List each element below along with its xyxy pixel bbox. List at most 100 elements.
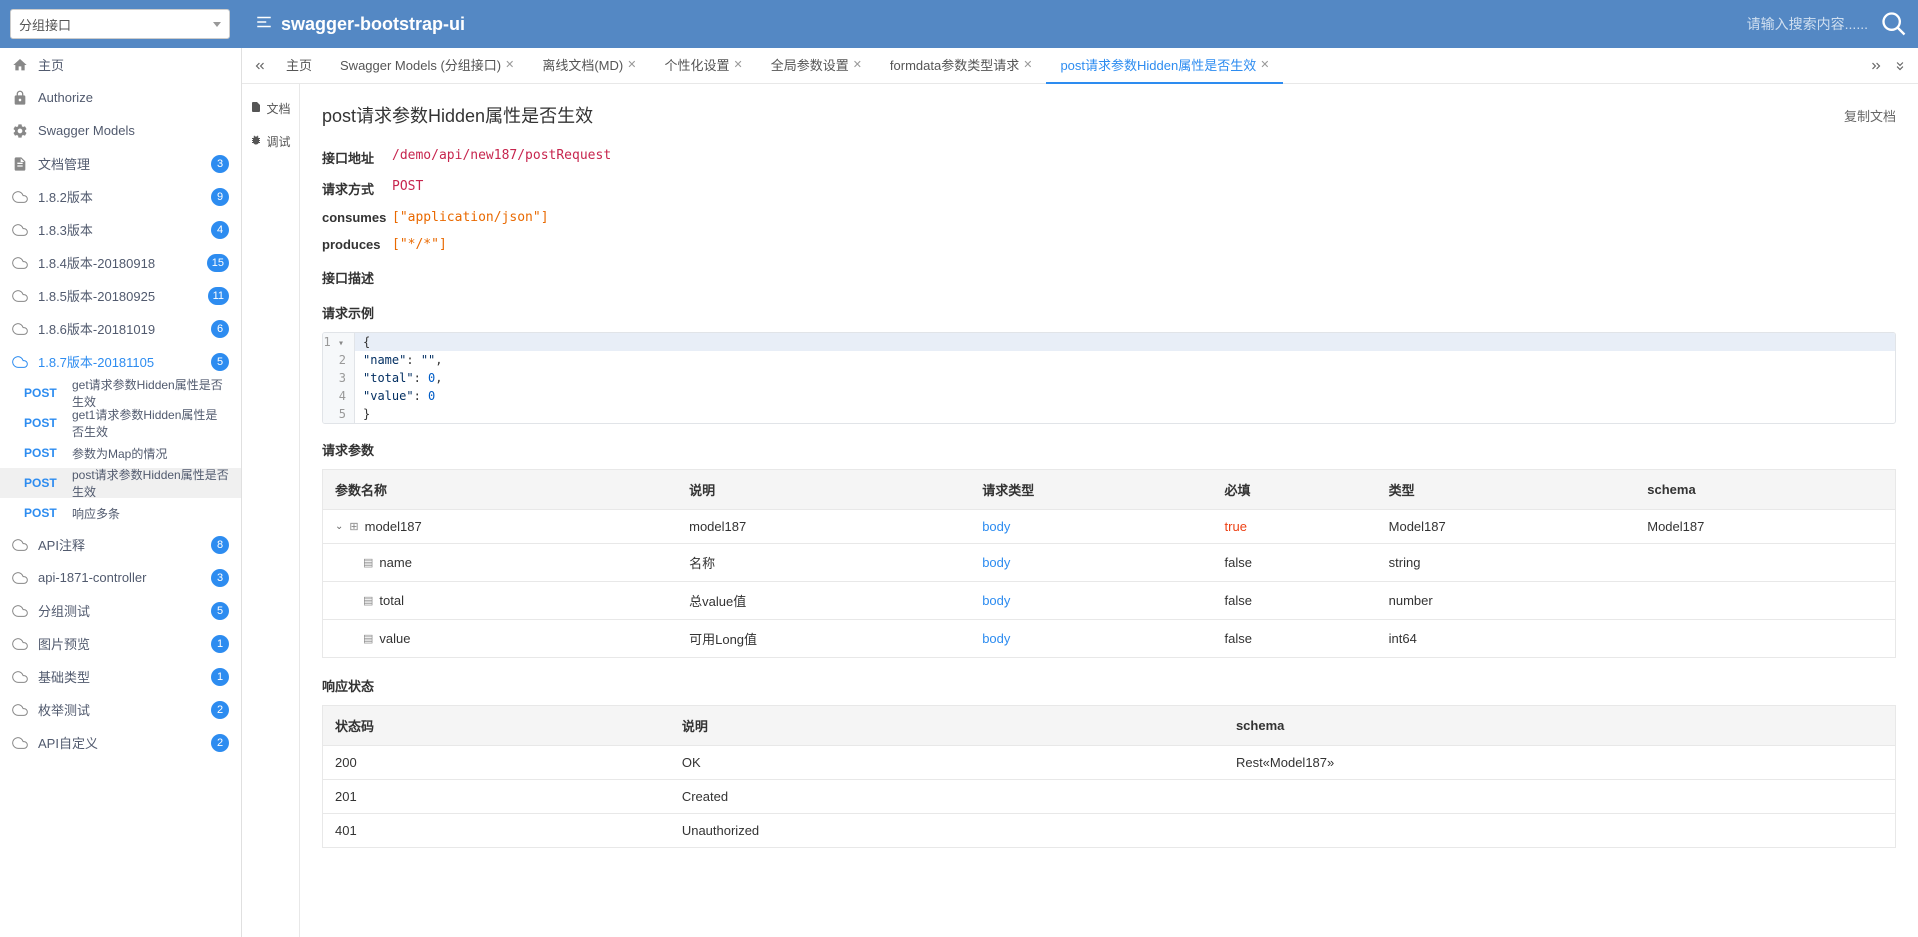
endpoint-label: 参数为Map的情况 <box>72 445 167 462</box>
item-label: API注释 <box>38 535 85 554</box>
version-label: 1.8.6版本-20181019 <box>38 319 155 338</box>
param-name: total <box>379 593 404 608</box>
sidebar-doc-manage[interactable]: 文档管理 3 <box>0 147 241 180</box>
tabs-scroll-left-icon[interactable] <box>248 48 272 83</box>
search-placeholder[interactable]: 请输入搜索内容...... <box>1747 14 1868 34</box>
close-icon[interactable]: ✕ <box>1023 58 1032 71</box>
badge: 1 <box>211 668 229 686</box>
badge: 11 <box>208 287 229 305</box>
th-param-schema: schema <box>1635 470 1895 510</box>
sidebar-swagger-models[interactable]: Swagger Models <box>0 114 241 147</box>
tab[interactable]: 个性化设置 ✕ <box>650 48 756 84</box>
method-value: POST <box>392 179 423 194</box>
sidebar-version-item[interactable]: 1.8.5版本-2018092511 <box>0 279 241 312</box>
sidebar-version-item[interactable]: 1.8.6版本-20181019 6 <box>0 312 241 345</box>
method-badge: POST <box>24 446 60 460</box>
copy-doc-button[interactable]: 复制文档 <box>1844 106 1896 125</box>
endpoint-label: 响应多条 <box>72 505 120 522</box>
close-icon[interactable]: ✕ <box>733 58 742 71</box>
param-required: true <box>1225 519 1247 534</box>
table-row: 401Unauthorized <box>323 814 1896 848</box>
th-param-desc: 说明 <box>677 470 970 510</box>
close-icon[interactable]: ✕ <box>1260 58 1269 71</box>
badge: 6 <box>211 320 229 338</box>
tab-label: 离线文档(MD) <box>542 55 623 74</box>
sidebar-endpoint-item[interactable]: POSTget1请求参数Hidden属性是否生效 <box>0 408 241 438</box>
badge: 8 <box>211 536 229 554</box>
close-icon[interactable]: ✕ <box>505 58 514 71</box>
tab[interactable]: Swagger Models (分组接口)✕ <box>326 48 528 84</box>
sidebar-version-item[interactable]: 1.8.2版本9 <box>0 180 241 213</box>
expand-down-icon[interactable]: ⌄ <box>335 521 343 532</box>
status-desc: Created <box>670 780 1224 814</box>
badge: 1 <box>211 635 229 653</box>
item-label: 枚举测试 <box>38 700 90 719</box>
panel-tab-doc[interactable]: 文档 <box>242 92 299 125</box>
params-table: 参数名称 说明 请求类型 必填 类型 schema ⌄⊞model187mode… <box>322 469 1896 658</box>
sidebar-endpoint-item[interactable]: POSTget请求参数Hidden属性是否生效 <box>0 378 241 408</box>
status-desc: Unauthorized <box>670 814 1224 848</box>
param-name: model187 <box>365 519 422 534</box>
table-row: ▤total总value值bodyfalsenumber <box>323 582 1896 620</box>
group-select-dropdown[interactable]: 分组接口 <box>10 9 230 39</box>
close-icon[interactable]: ✕ <box>853 58 862 71</box>
app-title: swagger-bootstrap-ui <box>255 13 465 36</box>
sidebar-item[interactable]: api-1871-controller3 <box>0 561 241 594</box>
param-schema <box>1635 544 1895 582</box>
tab[interactable]: 主页 <box>272 48 326 84</box>
sidebar-authorize[interactable]: Authorize <box>0 81 241 114</box>
sidebar-endpoint-item[interactable]: POST 参数为Map的情况 <box>0 438 241 468</box>
cloud-icon <box>12 321 28 337</box>
tabs-more-icon[interactable] <box>1888 48 1912 83</box>
badge: 5 <box>211 602 229 620</box>
field-icon: ▤ <box>363 632 373 645</box>
th-status-schema: schema <box>1224 706 1896 746</box>
left-panel: 文档 调试 <box>242 84 300 937</box>
badge: 2 <box>211 734 229 752</box>
sidebar-item[interactable]: API自定义2 <box>0 726 241 759</box>
param-req-type: body <box>982 593 1010 608</box>
version-label: 1.8.3版本 <box>38 220 93 239</box>
tab-label: 全局参数设置 <box>771 55 849 74</box>
sidebar-item[interactable]: 基础类型1 <box>0 660 241 693</box>
sidebar-endpoint-item[interactable]: POST响应多条 <box>0 498 241 528</box>
param-req-type: body <box>982 555 1010 570</box>
close-icon[interactable]: ✕ <box>627 58 636 71</box>
api-url-value: /demo/api/new187/postRequest <box>392 148 611 163</box>
table-row: 200OKRest«Model187» <box>323 746 1896 780</box>
param-type: string <box>1377 544 1636 582</box>
sidebar-home[interactable]: 主页 <box>0 48 241 81</box>
sidebar-item[interactable]: 分组测试5 <box>0 594 241 627</box>
top-header: 分组接口 swagger-bootstrap-ui 请输入搜索内容...... <box>0 0 1918 48</box>
consumes-label: consumes <box>322 210 392 225</box>
tab-label: 主页 <box>286 55 312 74</box>
panel-tab-debug[interactable]: 调试 <box>242 125 299 158</box>
tab[interactable]: formdata参数类型请求 ✕ <box>876 48 1047 84</box>
code-example: 1 ▾{2 "name": "",3 "total": 0,4 "value":… <box>322 332 1896 424</box>
sidebar-version-item[interactable]: 1.8.4版本-2018091815 <box>0 246 241 279</box>
tab[interactable]: 全局参数设置 ✕ <box>757 48 876 84</box>
sidebar-version-item[interactable]: 1.8.3版本4 <box>0 213 241 246</box>
param-required: false <box>1225 555 1252 570</box>
sidebar-item[interactable]: API注释 8 <box>0 528 241 561</box>
desc-section-title: 接口描述 <box>322 268 1896 287</box>
th-param-required: 必填 <box>1213 470 1377 510</box>
sidebar-endpoint-item[interactable]: POSTpost请求参数Hidden属性是否生效 <box>0 468 241 498</box>
badge: 2 <box>211 701 229 719</box>
field-icon: ▤ <box>363 594 373 607</box>
table-row: ▤value可用Long值bodyfalseint64 <box>323 620 1896 658</box>
sidebar-version-item[interactable]: 1.8.7版本-201811055 <box>0 345 241 378</box>
tabs-scroll-right-icon[interactable] <box>1864 48 1888 83</box>
tab[interactable]: post请求参数Hidden属性是否生效✕ <box>1046 48 1283 84</box>
cloud-icon <box>12 537 28 553</box>
sidebar-item[interactable]: 图片预览1 <box>0 627 241 660</box>
menu-toggle-icon[interactable] <box>255 13 273 36</box>
cloud-icon <box>12 603 28 619</box>
tab[interactable]: 离线文档(MD) ✕ <box>528 48 650 84</box>
doc-content: post请求参数Hidden属性是否生效 复制文档 接口地址 /demo/api… <box>300 84 1918 937</box>
document-icon <box>12 156 28 172</box>
tab-label: formdata参数类型请求 <box>890 55 1019 74</box>
sidebar-item[interactable]: 枚举测试 2 <box>0 693 241 726</box>
search-icon[interactable] <box>1880 10 1908 38</box>
tab-label: 个性化设置 <box>664 55 729 74</box>
